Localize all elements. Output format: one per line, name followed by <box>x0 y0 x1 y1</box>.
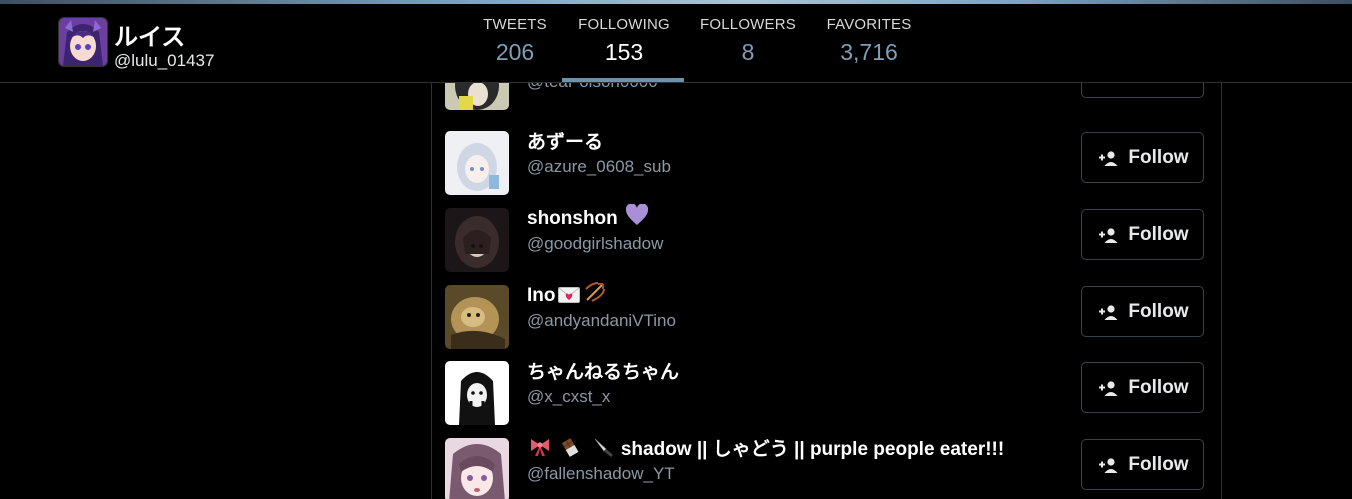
stat-value: 3,716 <box>840 39 898 65</box>
follow-button[interactable]: Follow <box>1081 209 1204 260</box>
ribbon-icon <box>531 439 549 456</box>
bow-and-arrow-icon <box>584 282 605 302</box>
kitchen-knife-icon <box>594 438 613 457</box>
list-item: あずーる @azure_0608_sub Follow <box>432 131 1221 208</box>
follow-label: Follow <box>1128 83 1188 84</box>
chocolate-bar-icon <box>562 438 579 457</box>
stat-label: FOLLOWING <box>578 16 670 33</box>
active-tab-indicator <box>562 78 684 82</box>
list-item: ちゃんねるちゃん @x_cxst_x Follow <box>432 361 1221 438</box>
user-handle: @goodgirlshadow <box>527 234 664 253</box>
stat-followers[interactable]: FOLLOWERS 8 <box>698 16 798 66</box>
stat-value: 8 <box>741 39 755 65</box>
love-letter-icon <box>557 287 580 303</box>
stat-label: FAVORITES <box>826 16 912 33</box>
follow-button[interactable]: Follow <box>1081 132 1204 183</box>
user-name-text: shadow || しゃどう || purple people eater!!! <box>620 439 1005 460</box>
stat-value: 153 <box>604 39 644 65</box>
follow-button[interactable]: Follow <box>1081 362 1204 413</box>
user-avatar[interactable] <box>445 83 509 110</box>
stat-following[interactable]: FOLLOWING 153 <box>574 16 674 66</box>
stat-label: FOLLOWERS <box>700 16 796 33</box>
user-avatar[interactable] <box>445 438 509 499</box>
profile-handle: @lulu_01437 <box>114 51 215 70</box>
user-avatar[interactable] <box>445 361 509 425</box>
user-avatar[interactable] <box>445 208 509 272</box>
follow-button[interactable]: Follow <box>1081 286 1204 337</box>
follow-label: Follow <box>1128 453 1189 475</box>
follow-button[interactable]: Follow <box>1081 439 1204 490</box>
user-avatar[interactable] <box>445 285 509 349</box>
follow-label: Follow <box>1128 300 1189 322</box>
add-user-icon <box>1099 457 1118 473</box>
user-avatar[interactable] <box>445 131 509 195</box>
user-name: あずーる <box>527 132 604 153</box>
user-name-text: Ino <box>527 285 556 306</box>
user-name: ちゃんねるちゃん <box>527 362 680 383</box>
list-item: Ino @andyandaniVTino Follow <box>432 282 1221 362</box>
user-name: Ino <box>527 281 608 307</box>
follow-label: Follow <box>1128 146 1189 168</box>
list-item: shonshon @goodgirlshadow Follow <box>432 204 1221 285</box>
profile-name: ルイス <box>114 24 186 51</box>
profile-header: ルイス @lulu_01437 TWEETS 206 FOLLOWING 153… <box>0 4 1352 83</box>
profile-avatar[interactable] <box>58 17 108 67</box>
user-handle: @x_cxst_x <box>527 387 611 406</box>
user-name: shadow || しゃどう || purple people eater!!! <box>527 434 1004 461</box>
list-item: @teaPoison0000 Follow <box>432 83 1221 123</box>
user-handle: @andyandaniVTino <box>527 311 676 330</box>
add-user-icon <box>1099 150 1118 166</box>
list-item: shadow || しゃどう || purple people eater!!!… <box>432 438 1221 499</box>
user-handle: @teaPoison0000 <box>527 83 658 92</box>
user-handle: @azure_0608_sub <box>527 157 671 176</box>
stat-favorites[interactable]: FAVORITES 3,716 <box>822 16 916 66</box>
following-list[interactable]: @teaPoison0000 Follow あずーる @azure_0608_s… <box>431 83 1222 499</box>
add-user-icon <box>1099 227 1118 243</box>
user-name: shonshon <box>527 204 651 230</box>
user-name-text: shonshon <box>527 208 618 229</box>
stat-value: 206 <box>495 39 535 65</box>
follow-label: Follow <box>1128 223 1189 245</box>
add-user-icon <box>1099 380 1118 396</box>
stat-tweets[interactable]: TWEETS 206 <box>482 16 548 66</box>
user-handle: @fallenshadow_YT <box>527 464 675 483</box>
follow-label: Follow <box>1128 376 1189 398</box>
purple-heart-icon <box>626 204 649 225</box>
stat-label: TWEETS <box>483 16 547 33</box>
add-user-icon <box>1099 304 1118 320</box>
follow-button[interactable]: Follow <box>1081 83 1204 98</box>
